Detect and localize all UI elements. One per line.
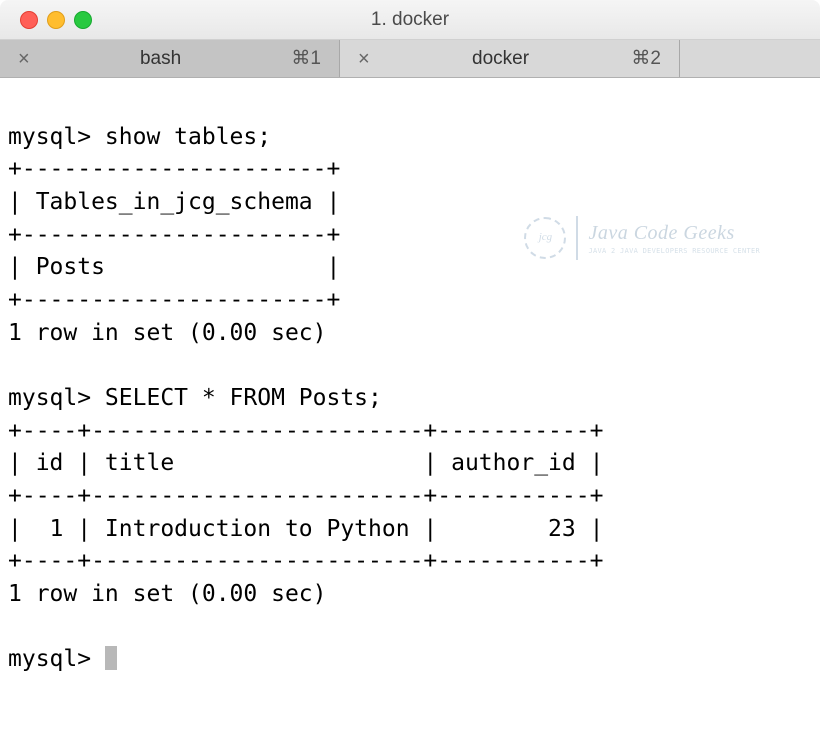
- close-icon[interactable]: ×: [18, 49, 30, 69]
- terminal-line: +----+------------------------+---------…: [8, 548, 603, 574]
- terminal-line: mysql> SELECT * FROM Posts;: [8, 385, 382, 411]
- terminal-output[interactable]: mysql> show tables; +-------------------…: [0, 78, 820, 718]
- maximize-window-button[interactable]: [74, 11, 92, 29]
- tab-spacer: [680, 40, 820, 77]
- tab-shortcut: ⌘2: [631, 47, 661, 70]
- cursor-icon: [105, 646, 117, 670]
- terminal-line: | id | title | author_id |: [8, 450, 603, 476]
- terminal-line: | Tables_in_jcg_schema |: [8, 189, 340, 215]
- tab-bash[interactable]: × bash ⌘1: [0, 40, 340, 77]
- tab-docker[interactable]: × docker ⌘2: [340, 40, 680, 77]
- close-window-button[interactable]: [20, 11, 38, 29]
- terminal-prompt-line: mysql>: [8, 646, 105, 672]
- terminal-line: +----------------------+: [8, 287, 340, 313]
- watermark-subtitle: JAVA 2 JAVA DEVELOPERS RESOURCE CENTER: [588, 247, 760, 257]
- watermark-logo-icon: jcg: [524, 217, 566, 259]
- terminal-line: +----------------------+: [8, 222, 340, 248]
- divider: [576, 216, 578, 260]
- watermark-title: Java Code Geeks: [588, 219, 760, 247]
- terminal-line: 1 row in set (0.00 sec): [8, 320, 327, 346]
- window-title: 1. docker: [371, 9, 449, 31]
- titlebar: 1. docker: [0, 0, 820, 40]
- terminal-line: mysql> show tables;: [8, 124, 271, 150]
- close-icon[interactable]: ×: [358, 49, 370, 69]
- tabbar: × bash ⌘1 × docker ⌘2: [0, 40, 820, 78]
- minimize-window-button[interactable]: [47, 11, 65, 29]
- tab-shortcut: ⌘1: [291, 47, 321, 70]
- tab-label: docker: [370, 48, 632, 70]
- terminal-line: | Posts |: [8, 254, 340, 280]
- terminal-line: +----+------------------------+---------…: [8, 483, 603, 509]
- tab-label: bash: [30, 48, 292, 70]
- terminal-line: +----------------------+: [8, 156, 340, 182]
- watermark: jcg Java Code Geeks JAVA 2 JAVA DEVELOPE…: [524, 216, 760, 260]
- terminal-line: | 1 | Introduction to Python | 23 |: [8, 516, 603, 542]
- traffic-lights: [20, 11, 92, 29]
- terminal-line: 1 row in set (0.00 sec): [8, 581, 327, 607]
- terminal-line: +----+------------------------+---------…: [8, 418, 603, 444]
- watermark-text: Java Code Geeks JAVA 2 JAVA DEVELOPERS R…: [588, 219, 760, 257]
